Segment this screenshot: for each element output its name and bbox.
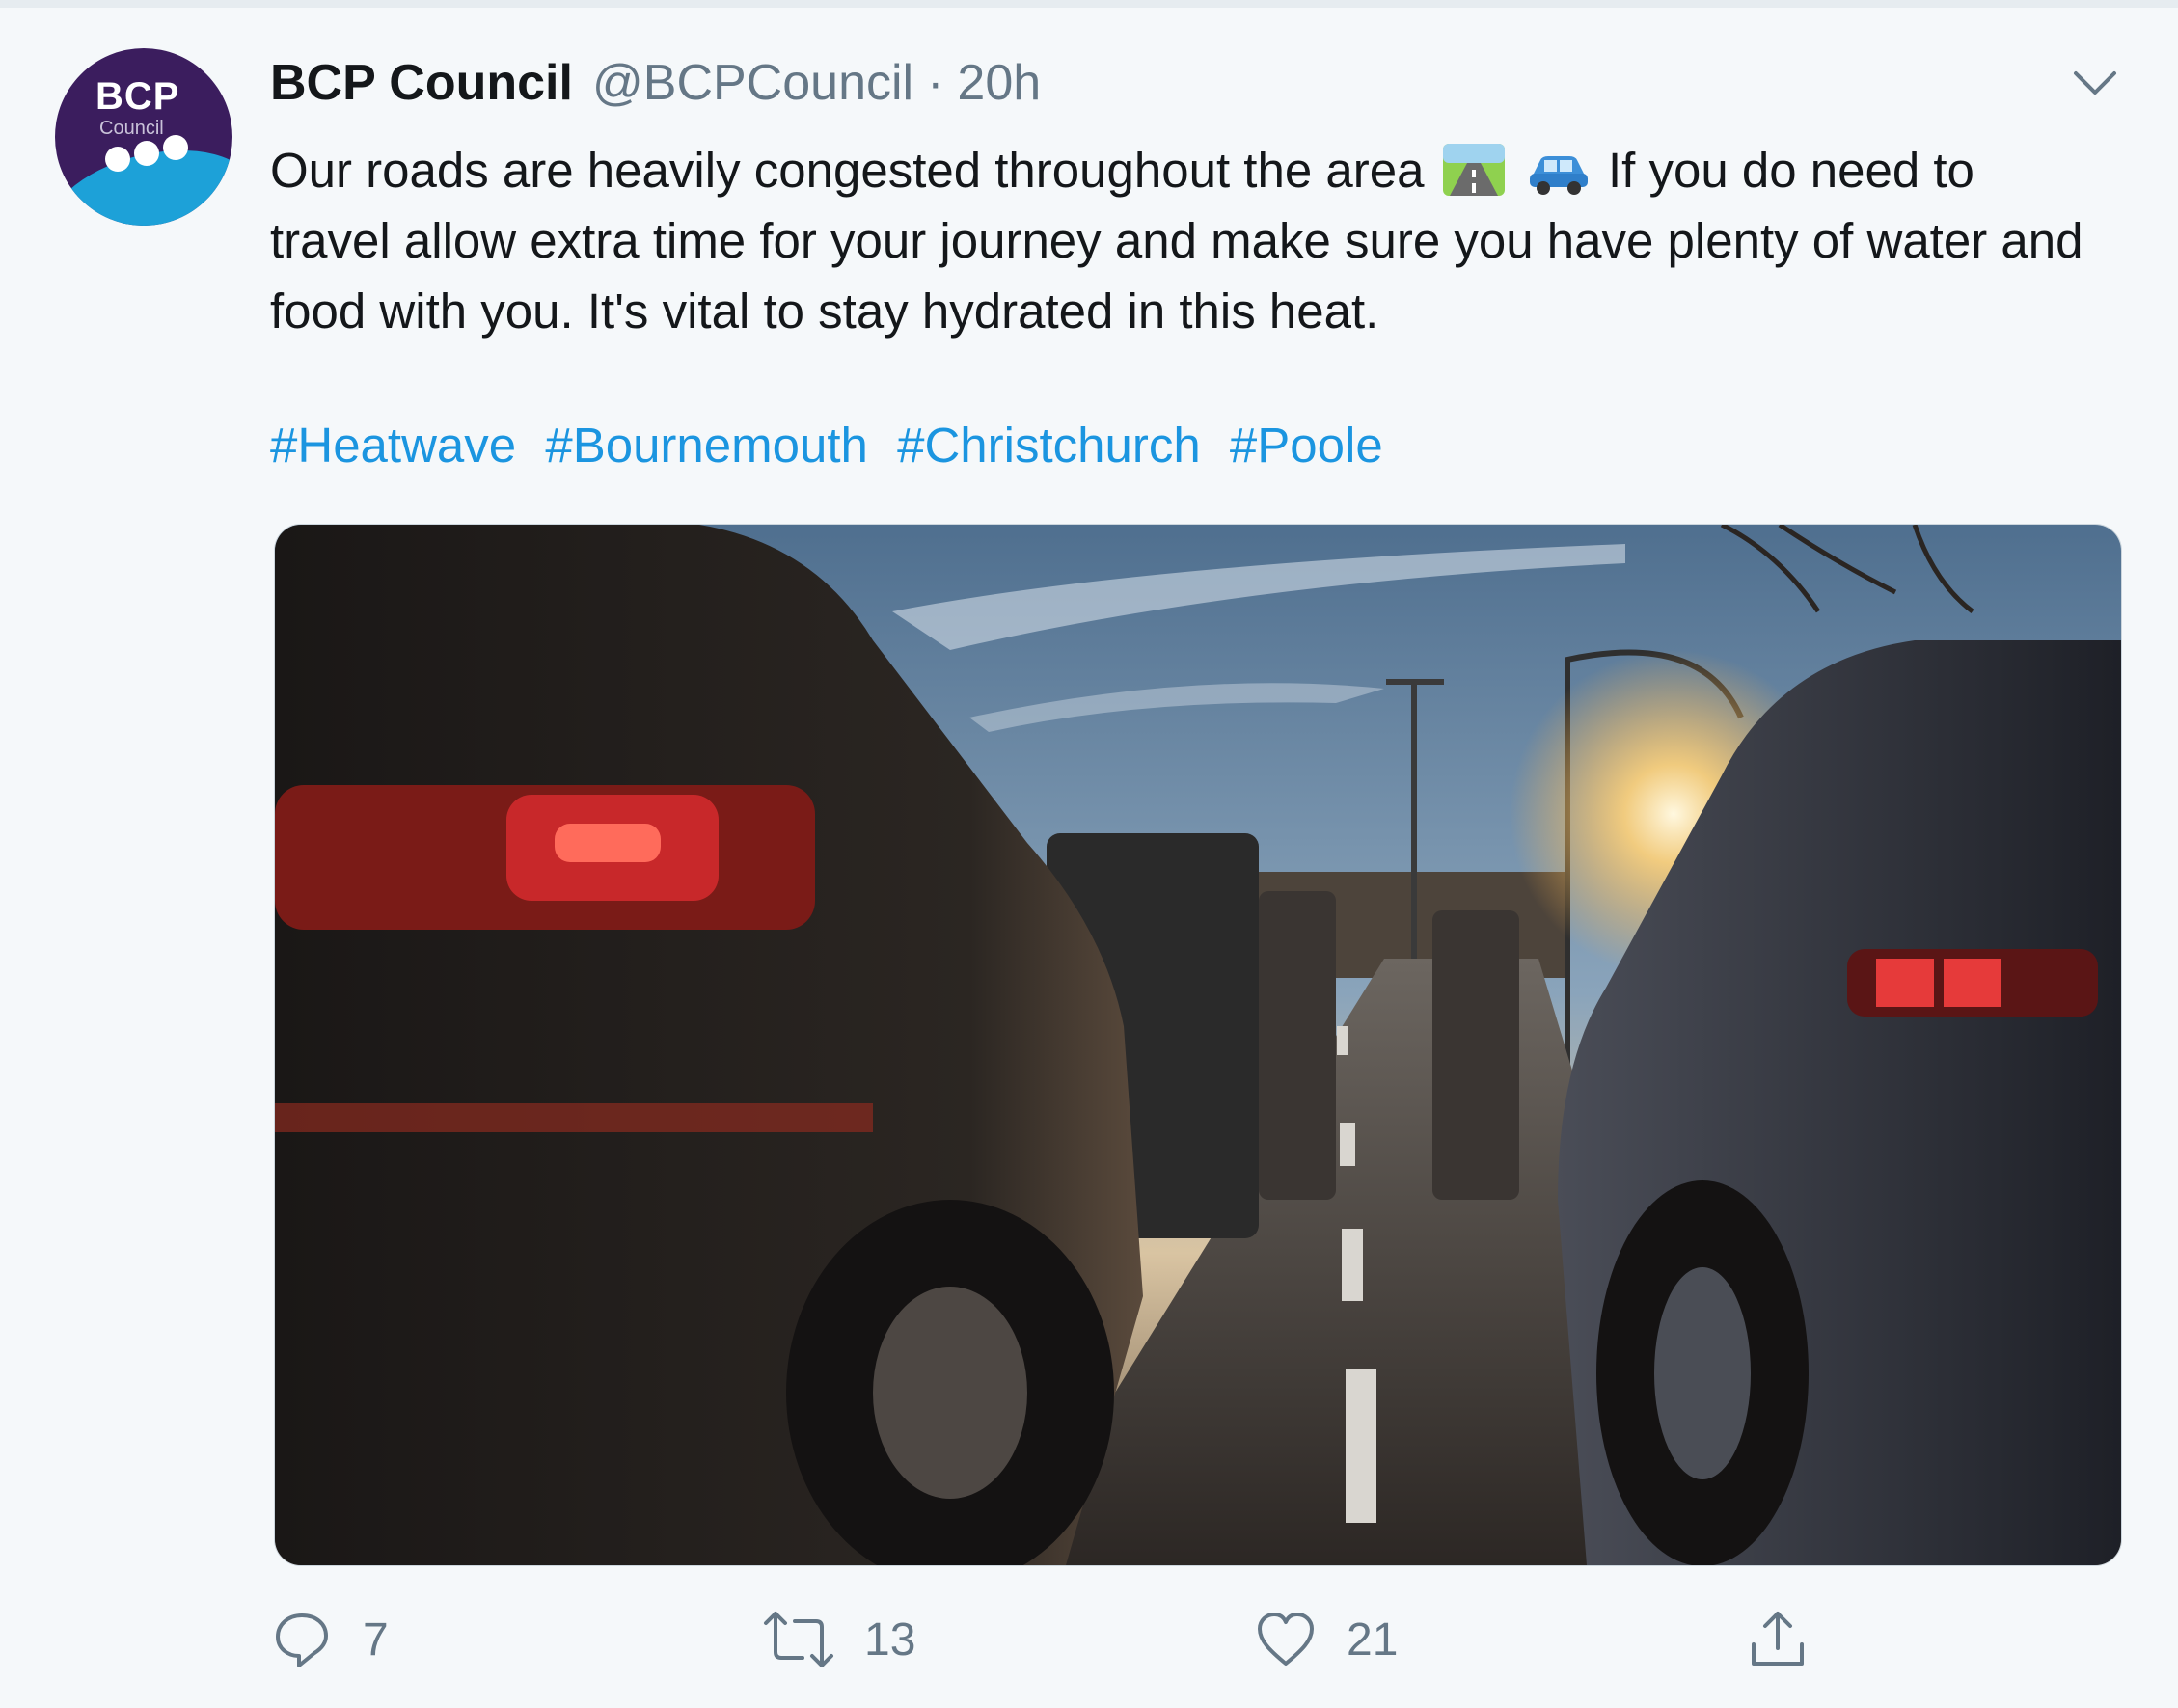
retweet-icon[interactable]: [762, 1608, 835, 1671]
avatar-dot: [163, 135, 188, 160]
timestamp[interactable]: 20h: [957, 54, 1041, 112]
hashtag-list: #Heatwave #Bournemouth #Christchurch #Po…: [270, 417, 1399, 474]
tweet-text: Our roads are heavily congested througho…: [270, 135, 2103, 346]
hashtag-link[interactable]: #Poole: [1230, 418, 1383, 473]
hashtag-link[interactable]: #Heatwave: [270, 418, 516, 473]
tweet-header: BCP Council @BCPCouncil · 20h: [270, 54, 1041, 112]
reply-icon[interactable]: [270, 1608, 334, 1671]
motorway-emoji: [1442, 144, 1505, 196]
chevron-down-icon[interactable]: [2072, 64, 2118, 102]
car-emoji: [1529, 156, 1588, 195]
avatar-title: BCP: [95, 75, 180, 118]
avatar-dot: [134, 141, 159, 166]
top-divider: [0, 0, 2178, 8]
retweet-action[interactable]: 13: [762, 1601, 915, 1678]
like-count: 21: [1347, 1613, 1399, 1666]
hashtag-link[interactable]: #Christchurch: [897, 418, 1201, 473]
share-action[interactable]: [1746, 1601, 1810, 1678]
author-handle[interactable]: @BCPCouncil: [592, 54, 913, 112]
tweet-actions: 7 13 21: [270, 1601, 1833, 1678]
reply-action[interactable]: 7: [270, 1601, 389, 1678]
share-icon[interactable]: [1746, 1608, 1810, 1671]
retweet-count: 13: [864, 1613, 916, 1666]
avatar[interactable]: BCP Council: [55, 48, 232, 226]
traffic-photo: [275, 525, 2121, 1565]
hashtag-link[interactable]: #Bournemouth: [545, 418, 868, 473]
heart-icon[interactable]: [1254, 1608, 1318, 1671]
reply-count: 7: [363, 1613, 389, 1666]
separator-dot: ·: [927, 55, 944, 111]
like-action[interactable]: 21: [1254, 1601, 1398, 1678]
tweet-photo[interactable]: [274, 524, 2122, 1566]
author-name[interactable]: BCP Council: [270, 54, 573, 112]
avatar-dot: [105, 147, 130, 172]
avatar-subtitle: Council: [99, 118, 164, 139]
tweet-text-part1: Our roads are heavily congested througho…: [270, 143, 1425, 198]
